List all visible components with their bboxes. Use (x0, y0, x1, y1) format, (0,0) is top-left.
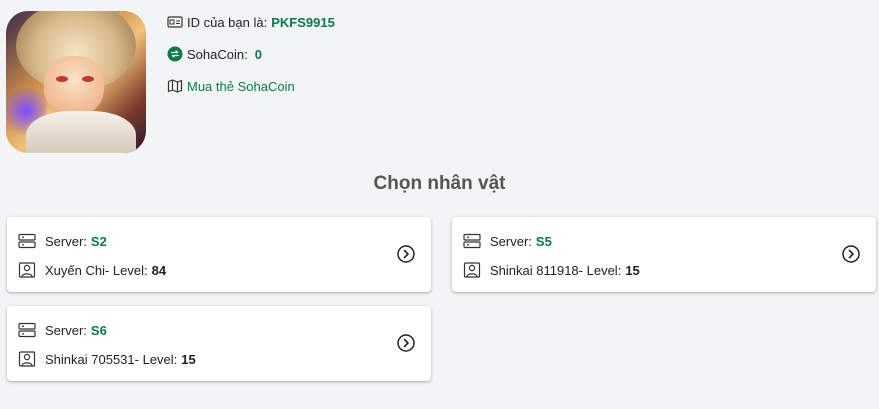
server-icon (463, 233, 481, 249)
chevron-right-circle-icon[interactable] (842, 245, 860, 263)
id-label: ID của bạn là: (187, 14, 268, 30)
level-label: - Level: (134, 351, 178, 367)
character-name: Shinkai 705531 (45, 351, 135, 367)
server-value: S5 (535, 233, 552, 249)
avatar-face (44, 56, 104, 116)
server-value: S6 (90, 322, 107, 338)
chevron-right-circle-icon[interactable] (397, 245, 415, 263)
character-name: Shinkai 811918 (490, 262, 579, 278)
server-icon (18, 233, 36, 249)
character-card[interactable]: Server: S2 Xuyến Chi - Level: 84 (7, 217, 431, 292)
level-value: 15 (181, 351, 196, 367)
buy-sohacoin-link[interactable]: Mua thẻ SohaCoin (187, 79, 295, 94)
avatar-eye (82, 76, 94, 82)
character-name: Xuyến Chi (45, 262, 105, 278)
buy-sohacoin-row[interactable]: Mua thẻ SohaCoin (167, 78, 295, 94)
avatar-eye (56, 76, 68, 82)
sohacoin-row: SohaCoin: 0 (167, 46, 262, 62)
server-icon (18, 322, 36, 338)
id-value: PKFS9915 (271, 14, 335, 30)
server-label: Server: (45, 322, 87, 338)
sohacoin-label: SohaCoin: (187, 46, 248, 62)
server-line: Server: S2 (18, 233, 107, 249)
avatar-robe (26, 111, 136, 153)
character-line: Xuyến Chi - Level: 84 (18, 262, 166, 278)
user-icon (18, 262, 36, 278)
server-line: Server: S5 (463, 233, 552, 249)
sohacoin-value: 0 (254, 46, 262, 62)
server-label: Server: (490, 233, 532, 249)
chevron-right-circle-icon[interactable] (397, 334, 415, 352)
server-value: S2 (90, 233, 107, 249)
level-label: - Level: (578, 262, 622, 278)
user-icon (463, 262, 481, 278)
character-card[interactable]: Server: S6 Shinkai 705531 - Level: 15 (7, 306, 431, 381)
level-value: 15 (625, 262, 640, 278)
user-id-row: ID của bạn là: PKFS9915 (167, 14, 335, 30)
user-icon (18, 351, 36, 367)
server-label: Server: (45, 233, 87, 249)
character-line: Shinkai 811918 - Level: 15 (463, 262, 640, 278)
map-icon (167, 78, 183, 94)
character-line: Shinkai 705531 - Level: 15 (18, 351, 196, 367)
section-title: Chọn nhân vật (373, 173, 506, 194)
server-line: Server: S6 (18, 322, 107, 338)
game-avatar (6, 11, 146, 153)
level-value: 84 (151, 262, 167, 278)
sohacoin-icon (167, 46, 183, 62)
level-label: - Level: (104, 262, 148, 278)
character-card[interactable]: Server: S5 Shinkai 811918 - Level: 15 (452, 217, 876, 292)
id-card-icon (167, 14, 183, 30)
